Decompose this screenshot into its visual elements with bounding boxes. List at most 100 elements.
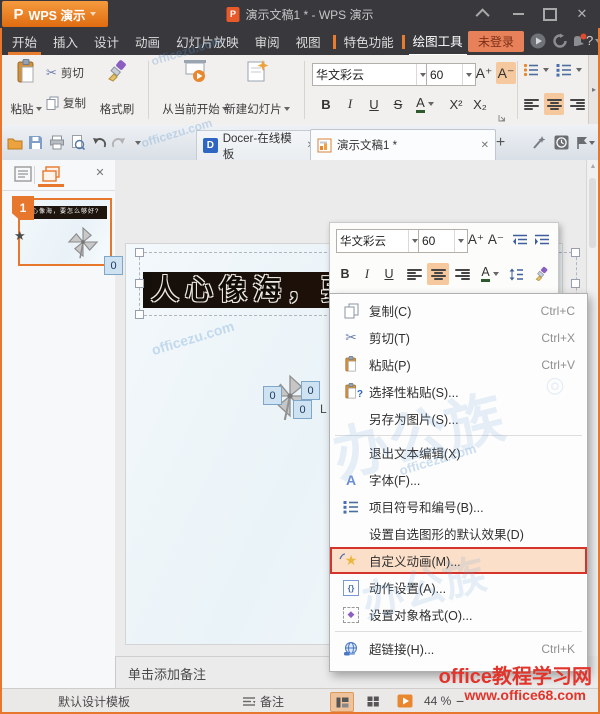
menu-item-custom-animation[interactable]: ★ 自定义动画(M)... [330,547,587,574]
login-button[interactable]: 未登录 [468,31,524,52]
notes-placeholder[interactable]: 单击添加备注 [128,664,206,683]
menu-item-bullets-numbering[interactable]: 项目符号和编号(B)... [330,493,587,520]
close-button[interactable]: ✕ [566,0,598,28]
open-file-button[interactable] [6,134,23,151]
grow-font-button[interactable]: A⁺ [474,62,494,84]
font-color-button[interactable]: A [412,93,438,115]
numbered-list-button[interactable] [556,63,582,77]
mini-bold-button[interactable]: B [336,263,354,285]
animation-order-tag[interactable]: 0 [104,256,123,275]
tab-review[interactable]: 审阅 [251,28,284,55]
qat-dropdown-button[interactable] [129,134,146,151]
slides-view-button[interactable] [42,166,60,182]
mini-italic-button[interactable]: I [358,263,376,285]
subscript-button[interactable]: X₂ [470,93,490,115]
shrink-font-button[interactable]: A⁻ [496,62,516,84]
align-center-button[interactable] [544,93,564,115]
mini-align-center-button[interactable] [427,263,449,285]
tab-design[interactable]: 设计 [90,28,123,55]
tab-drawing-tools[interactable]: 绘图工具 [408,27,467,56]
font-name-combo[interactable]: 华文彩云 [312,63,430,86]
new-slide-button[interactable]: 新建幻灯片 [216,59,298,117]
close-icon[interactable]: ✕ [481,140,489,151]
menu-item-exit-text-edit[interactable]: 退出文本编辑(X) [330,439,587,466]
align-left-button[interactable] [521,93,541,115]
history-button[interactable] [553,134,570,151]
mini-align-right-button[interactable] [452,263,472,285]
print-preview-button[interactable] [69,134,86,151]
menu-item-hyperlink[interactable]: 超链接(H)... Ctrl+K [330,635,587,662]
underline-button[interactable]: U [364,93,384,115]
dialog-launcher-icon[interactable] [498,114,506,122]
tab-view[interactable]: 视图 [292,28,325,55]
animation-order-tag[interactable]: 0 [293,400,312,419]
normal-view-button[interactable] [330,692,354,712]
menu-item-save-as-picture[interactable]: 另存为图片(S)... [330,405,587,432]
slide-sorter-view-button[interactable] [362,692,384,710]
animation-order-tag[interactable]: 0 [301,381,320,400]
menu-item-default-shape-effects[interactable]: 设置自选图形的默认效果(D) [330,520,587,547]
panel-close-button[interactable]: ✕ [92,164,108,180]
increase-indent-button[interactable] [532,229,552,251]
cut-button[interactable]: ✂ 剪切 [46,65,84,81]
scrollbar-thumb[interactable] [589,178,596,248]
paste-button[interactable]: 粘贴 [6,59,46,117]
doc-tab-docer[interactable]: D Docer-在线模板 ✕ [196,130,322,161]
tab-home[interactable]: 开始 [8,28,42,55]
menu-item-copy[interactable]: 复制(C) Ctrl+C [330,297,587,324]
menu-item-paste-special[interactable]: ? 选择性粘贴(S)... [330,378,587,405]
font-size-combo[interactable]: 60 [426,63,476,86]
animation-order-tag[interactable]: 0 [263,386,282,405]
tab-special-features[interactable]: 特色功能 [340,28,398,55]
resize-handle[interactable] [571,248,580,257]
format-painter-button[interactable]: 格式刷 [94,59,140,117]
mini-font-name-combo[interactable]: 华文彩云 [336,229,422,253]
play-circle-icon[interactable] [530,33,546,54]
new-tab-button[interactable]: + [492,134,509,151]
mini-font-size-combo[interactable]: 60 [418,229,468,253]
menu-item-action-settings[interactable]: {} 动作设置(A)... [330,574,587,601]
history-circle-icon[interactable] [552,33,568,54]
italic-button[interactable]: I [340,93,360,115]
mini-shrink-font-button[interactable]: A⁻ [486,229,506,251]
zoom-out-button[interactable]: − [456,689,464,713]
resize-handle[interactable] [571,279,580,288]
copy-button[interactable]: 复制 [46,95,86,111]
menu-item-object-format[interactable]: ◆ 设置对象格式(O)... [330,601,587,628]
menu-item-paste[interactable]: 粘贴(P) Ctrl+V [330,351,587,378]
mini-format-painter-button[interactable] [530,263,552,285]
maximize-button[interactable] [534,0,566,28]
bullet-list-button[interactable] [523,63,549,77]
outline-view-button[interactable] [14,166,32,182]
line-spacing-button[interactable] [506,263,526,285]
notes-toggle-button[interactable]: 备注 [242,689,284,713]
mini-underline-button[interactable]: U [380,263,398,285]
tab-slideshow[interactable]: 幻灯片放映 [172,28,243,55]
slideshow-button[interactable] [394,692,416,710]
print-button[interactable] [48,134,65,151]
resize-handle[interactable] [135,310,144,319]
resize-handle[interactable] [135,248,144,257]
doc-tab-presentation[interactable]: 演示文稿1 * ✕ [310,129,496,160]
tab-animation[interactable]: 动画 [131,28,164,55]
menu-item-cut[interactable]: ✂ 剪切(T) Ctrl+X [330,324,587,351]
align-right-button[interactable] [567,93,587,115]
mini-font-color-button[interactable]: A [476,263,504,285]
wps-app-menu-button[interactable]: P WPS 演示 [2,1,108,27]
strikethrough-button[interactable]: S [388,93,408,115]
save-button[interactable] [27,134,44,151]
superscript-button[interactable]: X² [446,93,466,115]
mini-grow-font-button[interactable]: A⁺ [466,229,486,251]
menu-item-font[interactable]: A 字体(F)... [330,466,587,493]
redo-button[interactable] [110,134,127,151]
magic-wand-button[interactable] [530,134,547,151]
mini-align-left-button[interactable] [404,263,424,285]
collapse-ribbon-button[interactable] [468,0,500,28]
undo-button[interactable] [91,134,108,151]
flag-menu-button[interactable] [574,134,596,151]
notification-icon[interactable] [571,33,587,54]
tab-insert[interactable]: 插入 [49,28,82,55]
resize-handle[interactable] [135,279,144,288]
minimize-button[interactable] [502,0,534,28]
decrease-indent-button[interactable] [510,229,530,251]
